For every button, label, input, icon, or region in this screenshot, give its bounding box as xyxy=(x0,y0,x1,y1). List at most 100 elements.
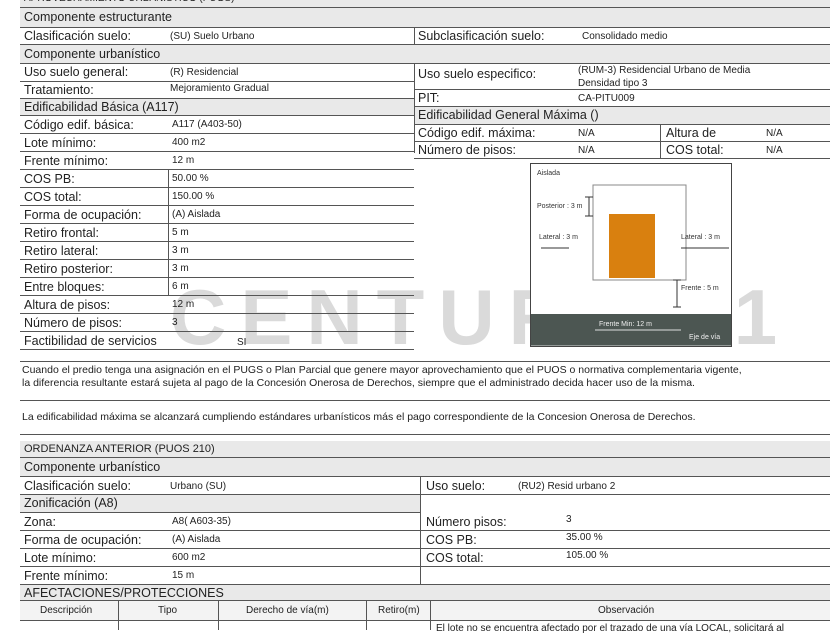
edif-maxima-value2: N/A xyxy=(766,128,783,139)
tratamiento-value: Mejoramiento Gradual xyxy=(170,83,269,94)
pit-value: CA-PITU009 xyxy=(578,93,635,104)
edif-basica-row-value: 6 m xyxy=(172,281,189,292)
ord-zonificacion-row: Lote mínimo: 600 m2 COS total: 105.00 % xyxy=(20,549,830,567)
ord-componente-header: Componente urbanístico xyxy=(20,458,830,477)
edif-maxima-label2: Altura de xyxy=(666,126,717,140)
zonificacion-header: Zonificación (A8) xyxy=(20,495,420,513)
edif-basica-row-label: Frente mínimo: xyxy=(24,154,109,168)
edif-basica-row: COS PB: 50.00 % xyxy=(20,170,414,188)
uso-general-value: (R) Residencial xyxy=(170,67,239,78)
edif-basica-row-label: Retiro frontal: xyxy=(24,226,100,240)
ord-zonificacion-value2: 105.00 % xyxy=(566,550,609,561)
uso-especifico-value-2: Densidad tipo 3 xyxy=(578,78,648,89)
edif-maxima-value2: N/A xyxy=(766,145,783,156)
edif-basica-row-label: Forma de ocupación: xyxy=(24,208,142,222)
subclasificacion-label: Subclasificación suelo: xyxy=(418,29,545,43)
ord-uso-value: (RU2) Resid urbano 2 xyxy=(518,481,616,492)
clasificacion-row: Clasificación suelo: (SU) Suelo Urbano S… xyxy=(20,28,830,45)
edif-basica-row-value: 3 m xyxy=(172,245,189,256)
componente-urbanistico-header: Componente urbanístico xyxy=(20,45,830,64)
edif-basica-row-label: Código edif. básica: xyxy=(24,118,134,132)
ord-zonificacion-label: Lote mínimo: xyxy=(24,551,97,565)
edif-basica-row-value: 12 m xyxy=(172,299,195,310)
edif-basica-row-label: Altura de pisos: xyxy=(24,298,111,312)
edif-basica-row-value: A117 (A403-50) xyxy=(172,119,242,130)
ord-zonificacion-label2: COS PB: xyxy=(426,533,477,547)
ord-zonificacion-value2: 3 xyxy=(566,514,572,525)
edif-basica-header: Edificabilidad Básica (A117) xyxy=(20,99,414,116)
diagram-lateral-right-label: Lateral : 3 m xyxy=(681,234,720,241)
afect-col-derecho-via: Derecho de vía(m) xyxy=(246,605,329,616)
edif-basica-row-value: 12 m xyxy=(172,155,195,166)
building-footprint xyxy=(609,214,655,278)
edif-basica-row: Entre bloques: 6 m xyxy=(20,278,414,296)
edif-basica-row-label: COS total: xyxy=(24,190,82,204)
ord-clasificacion-label: Clasificación suelo: xyxy=(24,479,131,493)
edif-basica-row-label: Factibilidad de servicios xyxy=(24,334,157,348)
diagram-aislada-label: Aislada xyxy=(537,170,560,177)
ord-zonificacion-value: 600 m2 xyxy=(172,552,206,563)
uso-general-label: Uso suelo general: xyxy=(24,65,129,79)
afect-col-descripcion: Descripción xyxy=(40,605,93,616)
tratamiento-label: Tratamiento: xyxy=(24,83,94,97)
diagram-lateral-left-label: Lateral : 3 m xyxy=(539,234,578,241)
edif-maxima-row: Código edif. máxima: N/A Altura de N/A xyxy=(414,125,830,142)
afect-row-observacion: El lote no se encuentra afectado por el … xyxy=(436,623,784,634)
section-header-pugs: APROVECHAMIENTO URBANÍSTICO (PUGS) xyxy=(20,0,830,8)
edif-basica-row-value: 5 m xyxy=(172,227,189,238)
setback-diagram-svg xyxy=(531,184,731,346)
ord-zonificacion-value: (A) Aislada xyxy=(172,534,221,545)
edif-basica-row-label: Entre bloques: xyxy=(24,280,105,294)
ord-zonificacion-value: A8( A603-35) xyxy=(172,516,231,527)
edif-maxima-value: N/A xyxy=(578,128,595,139)
afect-col-retiro: Retiro(m) xyxy=(378,605,420,616)
tratamiento-row: Tratamiento: Mejoramiento Gradual xyxy=(20,82,414,99)
uso-especifico-value-1: (RUM-3) Residencial Urbano de Media xyxy=(578,65,751,76)
note-concesion: Cuando el predio tenga una asignación en… xyxy=(22,364,830,390)
ord-clasificacion-row: Clasificación suelo: Urbano (SU) Uso sue… xyxy=(20,477,830,495)
edif-basica-row: COS total: 150.00 % xyxy=(20,188,414,206)
ord-zonificacion-value2: 35.00 % xyxy=(566,532,603,543)
note-concesion-line-1: Cuando el predio tenga una asignación en… xyxy=(22,364,742,376)
afect-col-tipo: Tipo xyxy=(158,605,178,616)
edif-basica-row: Lote mínimo: 400 m2 xyxy=(20,134,414,152)
note-edificabilidad-maxima: La edificabilidad máxima se alcanzará cu… xyxy=(22,411,696,423)
ord-zonificacion-row: Frente mínimo: 15 m xyxy=(20,567,830,585)
ord-zonificacion-label2: COS total: xyxy=(426,551,484,565)
edif-basica-row-value: 3 m xyxy=(172,263,189,274)
edif-basica-row-label: COS PB: xyxy=(24,172,75,186)
uso-especifico-label: Uso suelo especifico: xyxy=(418,67,537,81)
edif-maxima-value: N/A xyxy=(578,145,595,156)
edif-basica-row: Factibilidad de servicios SI xyxy=(20,332,414,350)
diagram-frente-min-label: Frente Min: 12 m xyxy=(599,321,652,328)
edif-basica-row: Número de pisos: 3 xyxy=(20,314,414,332)
edif-basica-row: Altura de pisos: 12 m xyxy=(20,296,414,314)
edif-basica-row-value: SI xyxy=(237,337,247,348)
edif-basica-row-value: 400 m2 xyxy=(172,137,206,148)
edif-basica-row: Código edif. básica: A117 (A403-50) xyxy=(20,116,414,134)
edif-maxima-label2: COS total: xyxy=(666,143,724,157)
edif-basica-row-label: Lote mínimo: xyxy=(24,136,97,150)
ord-zonificacion-row: Forma de ocupación: (A) Aislada COS PB: 35.… xyxy=(20,531,830,549)
edif-basica-row: Forma de ocupación: (A) Aislada xyxy=(20,206,414,224)
clasificacion-value: (SU) Suelo Urbano xyxy=(170,31,255,42)
ord-zonificacion-label: Frente mínimo: xyxy=(24,569,109,583)
pit-label: PIT: xyxy=(418,91,440,105)
setback-diagram: Aislada Posterior : 3 m Lateral : 3 m La… xyxy=(530,163,732,347)
ordenanza-anterior-header: ORDENANZA ANTERIOR (PUOS 210) xyxy=(20,441,830,458)
diagram-posterior-label: Posterior : 3 m xyxy=(537,203,583,210)
ord-zonificacion-value: 15 m xyxy=(172,570,195,581)
edif-basica-row-value: 150.00 % xyxy=(172,191,215,202)
ord-zonificacion-row: Zona: A8( A603-35) Número pisos: 3 xyxy=(20,513,830,531)
note-concesion-line-2: la diferencia resultante estará sujeta a… xyxy=(22,377,695,389)
edif-maxima-label: Código edif. máxima: xyxy=(418,126,536,140)
edif-basica-row-label: Número de pisos: xyxy=(24,316,122,330)
ord-clasificacion-value: Urbano (SU) xyxy=(170,481,227,492)
subclasificacion-value: Consolidado medio xyxy=(582,31,668,42)
edif-basica-row-label: Retiro lateral: xyxy=(24,244,99,258)
ord-uso-label: Uso suelo: xyxy=(426,479,486,493)
edif-basica-row: Retiro frontal: 5 m xyxy=(20,224,414,242)
edif-maxima-label: Número de pisos: xyxy=(418,143,516,157)
ord-zonificacion-label2: Número pisos: xyxy=(426,515,507,529)
diagram-frente-label: Frente : 5 m xyxy=(681,285,719,292)
